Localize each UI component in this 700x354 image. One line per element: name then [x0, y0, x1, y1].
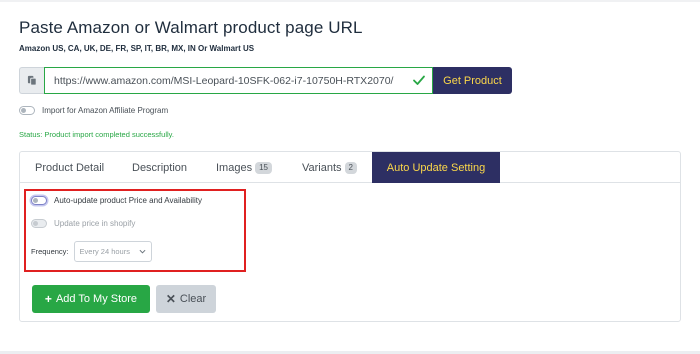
- frequency-select[interactable]: Every 24 hours: [73, 241, 152, 262]
- tab-variants[interactable]: Variants 2: [302, 152, 357, 183]
- tab-label: Auto Update Setting: [386, 161, 486, 174]
- product-url-field[interactable]: [44, 67, 433, 94]
- chevron-down-icon: [139, 249, 146, 254]
- check-icon: [413, 75, 425, 85]
- tab-label: Variants: [302, 161, 342, 174]
- add-to-store-label: Add To My Store: [55, 293, 138, 305]
- variants-count-badge: 2: [344, 161, 357, 174]
- auto-update-label: Auto-update product Price and Availabili…: [54, 196, 202, 205]
- tab-label: Description: [132, 161, 188, 174]
- frequency-value: Every 24 hours: [79, 247, 130, 256]
- frequency-row: Frequency: Every 24 hours: [31, 241, 152, 262]
- page-title: Paste Amazon or Walmart product page URL: [19, 18, 363, 37]
- tab-product-detail[interactable]: Product Detail: [35, 152, 104, 183]
- url-input-group: Get Product: [19, 67, 512, 94]
- tab-label: Product Detail: [35, 161, 105, 174]
- clipboard-icon[interactable]: [19, 67, 44, 94]
- frequency-label: Frequency:: [31, 247, 69, 256]
- update-price-row: Update price in shopify: [31, 219, 135, 228]
- top-divider: [0, 0, 700, 2]
- plus-icon: +: [44, 292, 52, 306]
- times-icon: ✕: [165, 292, 176, 306]
- images-count-badge: 15: [255, 161, 272, 174]
- affiliate-label: Import for Amazon Affiliate Program: [42, 106, 169, 115]
- product-url-input[interactable]: [54, 74, 414, 87]
- clear-button[interactable]: ✕ Clear: [156, 285, 216, 313]
- supported-marketplaces: Amazon US, CA, UK, DE, FR, SP, IT, BR, M…: [19, 44, 255, 53]
- clear-label: Clear: [179, 293, 207, 305]
- tab-description[interactable]: Description: [132, 152, 187, 183]
- status-message: Status: Product import completed success…: [19, 130, 174, 139]
- tab-label: Images: [216, 161, 253, 174]
- auto-update-row[interactable]: Auto-update product Price and Availabili…: [31, 196, 202, 205]
- update-price-label: Update price in shopify: [54, 219, 136, 228]
- add-to-store-button[interactable]: + Add To My Store: [32, 285, 150, 313]
- affiliate-toggle[interactable]: [19, 106, 35, 115]
- affiliate-toggle-row[interactable]: Import for Amazon Affiliate Program: [19, 106, 168, 115]
- tab-bar: Product Detail Description Images 15 Var…: [20, 152, 680, 183]
- tab-images[interactable]: Images 15: [216, 152, 272, 183]
- update-price-toggle: [31, 219, 47, 228]
- clipboard-icon-glyph: [27, 75, 37, 86]
- auto-update-toggle[interactable]: [31, 196, 47, 205]
- tab-auto-update-setting[interactable]: Auto Update Setting: [372, 152, 500, 183]
- get-product-button[interactable]: Get Product: [433, 67, 512, 94]
